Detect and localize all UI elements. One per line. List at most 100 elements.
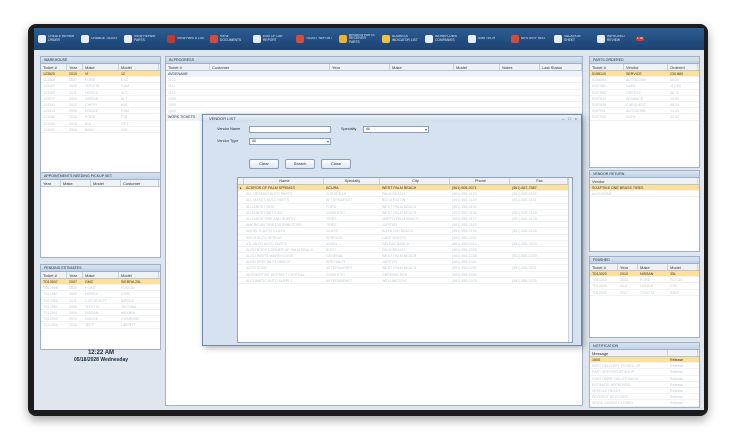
vendor-grid-scrollbar[interactable]: [568, 178, 572, 342]
table-cell: AUTO PARTS WAREHOUSE: [246, 254, 293, 259]
specialty-select[interactable]: All ▾: [363, 126, 429, 133]
toolbar-button-label: Vacation Sheet: [564, 35, 581, 42]
toolbar-button[interactable]: View Parts List: [167, 30, 205, 48]
table-cell: CUSTOMER CALLED BACK: [592, 376, 639, 381]
table-cell: 123260: [43, 121, 55, 126]
toolbar-button-label: Workflows Companies: [435, 35, 457, 42]
toolbar-button-label: Mystery Reg: [521, 37, 545, 41]
vendor-row[interactable]: AUTOMATIC AUTO SUPPLY AFTERMARKET WELLINGT…: [238, 278, 572, 284]
workflow-icon: [425, 35, 433, 43]
table-cell: (561) 555-0192: [452, 229, 477, 234]
table-cell: TD12954: [43, 304, 58, 309]
group-label: AVDENAME: [168, 72, 188, 76]
table-cell: [510, 272, 568, 277]
parts-ordered-title: Parts Ordered: [590, 57, 699, 64]
calendar-icon: [253, 35, 261, 43]
close-icon[interactable]: ×: [575, 115, 577, 122]
table-cell: (561) 555-0262: [452, 272, 477, 277]
toolbar-button[interactable]: Broken Parts Receiver Parts: [339, 30, 377, 48]
table-cell: TD12966: [43, 298, 58, 303]
table-cell: 5197981: [592, 84, 606, 89]
toolbar-button[interactable]: Improved Review 1 18: [597, 30, 644, 48]
table-row[interactable]: WORK ORDER CLOSED Release: [590, 400, 699, 407]
dialog-title: VENDOR LIST: [209, 116, 236, 121]
toolbar-button[interactable]: Workflows Companies: [425, 30, 463, 48]
table-cell: BMW: [85, 127, 94, 132]
toolbar-button[interactable]: Vacation Sheet: [554, 30, 592, 48]
clear-button[interactable]: Clear: [249, 159, 279, 169]
table-cell: 230.880: [670, 72, 683, 76]
table-cell: 5198120: [592, 72, 606, 76]
notification-header: Message: [590, 350, 699, 357]
table-cell: TIRES: [326, 216, 337, 221]
table-cell: KIA: [85, 121, 91, 126]
table-cell: 123241: [43, 127, 55, 132]
table-cell: GENERAL: [326, 254, 344, 259]
table-cell: 2010: [69, 72, 77, 76]
column-header: Customer: [210, 64, 330, 70]
toolbar-button-label: Broken Parts Receiver Parts: [349, 33, 375, 44]
table-cell: RAV4: [670, 290, 680, 295]
toolbar-button[interactable]: Create Repair Order: [38, 30, 76, 48]
column-header: Vendor: [624, 64, 668, 70]
table-cell: TOYOTA: [85, 304, 100, 309]
table-cell: 45.20: [670, 78, 679, 83]
toolbar-button-label: Change Ticket: [91, 37, 118, 41]
toolbar-button[interactable]: Change Ticket: [81, 30, 119, 48]
table-cell: WORK ORDER CLOSED: [592, 401, 633, 406]
close-button[interactable]: Close: [321, 159, 351, 169]
table-cell: (561) 555-0201: [452, 235, 477, 240]
table-cell: 2008: [69, 304, 77, 309]
table-row[interactable]: TD12920 2006 JEEP LIBERTY: [41, 322, 160, 329]
table-cell: 2004: [69, 127, 77, 132]
column-header: Message: [590, 350, 668, 356]
clock-date: 05/18/2028 Wednesday: [73, 357, 129, 363]
table-cell: GREENACRES: [382, 272, 408, 277]
table-cell: Release: [670, 364, 684, 369]
column-header: Make: [83, 272, 119, 278]
maximize-icon[interactable]: □: [568, 115, 570, 122]
vendor-type-value: All: [252, 139, 256, 143]
table-cell: ACC: [121, 90, 129, 95]
table-cell: (561) 555-0276: [512, 278, 537, 283]
table-cell: (561) 555-0241: [452, 260, 477, 265]
table-row[interactable]: 5197900 NAPA 39.00: [590, 114, 699, 121]
table-cell: FORD: [85, 78, 96, 83]
column-header: Vendor: [590, 178, 698, 184]
table-cell: 123288: [43, 115, 55, 120]
table-cell: (561) 555-0178: [512, 216, 537, 221]
vendor-type-select[interactable]: All ▾: [249, 138, 331, 145]
table-cell: 2007: [620, 290, 628, 295]
minimize-icon[interactable]: –: [562, 115, 564, 122]
vendor-name-input[interactable]: [249, 126, 331, 133]
search-button[interactable]: Search: [285, 159, 315, 169]
table-cell: ANGEL'S AUTO GLASS: [246, 229, 285, 234]
toolbar-button[interactable]: End of Day Report: [253, 30, 291, 48]
table-cell: ALLIANCE PARTS INC: [246, 210, 284, 215]
table-row[interactable]: AUTOZONE: [590, 191, 699, 198]
finished-header: Ticket # Year Make Model: [590, 264, 699, 271]
toolbar-button[interactable]: Ticket Report: [296, 30, 334, 48]
table-cell: ACURA: [326, 186, 339, 190]
table-cell: PART DELIVERY PICKED UP: [592, 364, 641, 369]
toolbar-button[interactable]: View Repair Parts: [124, 30, 162, 48]
table-cell: 123480: [43, 78, 55, 83]
column-header: Ticket #: [590, 64, 624, 70]
table-cell: TACOMA: [121, 304, 137, 309]
toolbar-button[interactable]: View Documents: [210, 30, 248, 48]
column-header: Make: [638, 264, 668, 270]
clock: 12:22 AM 05/18/2028 Wednesday: [42, 350, 160, 363]
toolbar-button[interactable]: Mystery Reg: [511, 30, 549, 48]
table-cell: MAL: [121, 102, 129, 107]
toolbar-button[interactable]: Address Indicator List: [382, 30, 420, 48]
table-row[interactable]: 123241 2004 BMW 325: [41, 127, 160, 133]
table-cell: HONDA: [85, 90, 98, 95]
toolbar-button[interactable]: SMS Tech: [468, 30, 506, 48]
dialog-titlebar[interactable]: VENDOR LIST – □ ×: [203, 115, 581, 122]
table-row[interactable]: TD12990 2007 TOYOTA RAV4: [590, 290, 699, 296]
clock-time: 12:22 AM: [87, 350, 115, 356]
column-header: Make: [83, 64, 119, 70]
table-cell: 88.10: [670, 102, 679, 107]
vendor-return-panel: Vendor Return Vendor SOAPTIKE ONE BRASS …: [589, 170, 700, 252]
table-cell: (561) 555-0124: [512, 192, 537, 197]
